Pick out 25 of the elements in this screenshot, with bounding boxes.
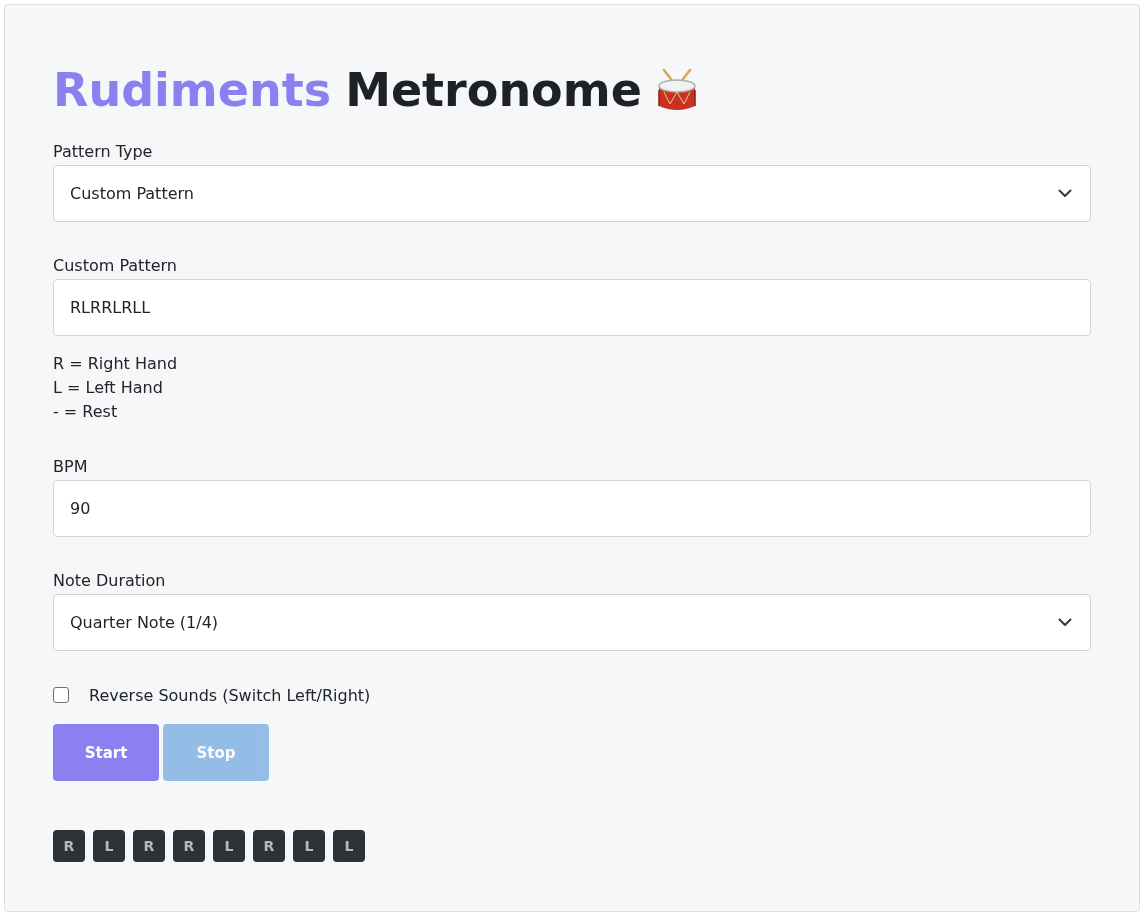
field-label: BPM: [53, 456, 89, 478]
chevron-down-icon: [1058, 189, 1072, 198]
select-field[interactable]: Quarter Note (1/4): [53, 594, 1091, 651]
input-field[interactable]: RLRRLRLL: [53, 279, 1091, 336]
field-label: Custom Pattern: [53, 255, 178, 277]
step-tile: R: [53, 830, 85, 862]
input-field[interactable]: 90: [53, 480, 1091, 537]
title-accent: Rudiments: [53, 63, 332, 118]
field-label: Note Duration: [53, 570, 167, 592]
step-tile: R: [253, 830, 285, 862]
help-text: R = Right Hand: [53, 353, 179, 375]
step-tile: L: [293, 830, 325, 862]
step-tile: L: [213, 830, 245, 862]
title-text: Metronome: [345, 63, 642, 118]
step-tile: R: [173, 830, 205, 862]
step-tile: L: [93, 830, 125, 862]
checkbox-label: Reverse Sounds (Switch Left/Right): [89, 685, 371, 705]
chevron-down-icon: [1058, 618, 1072, 627]
help-text: - = Rest: [53, 401, 119, 423]
step-tile: L: [333, 830, 365, 862]
checkbox[interactable]: [53, 687, 69, 703]
select-field[interactable]: Custom Pattern: [53, 165, 1091, 222]
step-tile: R: [133, 830, 165, 862]
field-label: Pattern Type: [53, 141, 154, 163]
help-text: L = Left Hand: [53, 377, 164, 399]
